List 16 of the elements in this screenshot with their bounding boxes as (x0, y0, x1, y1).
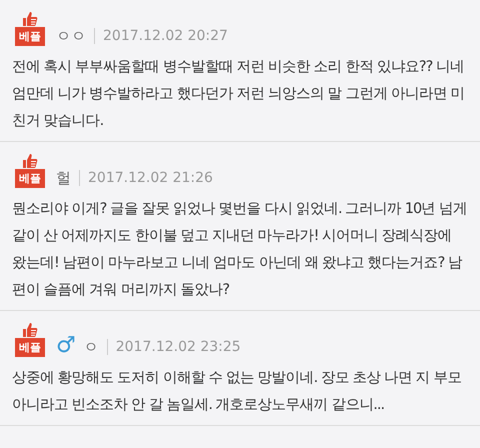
best-comment-badge: 베플 (15, 169, 45, 188)
best-comment-badge: 베플 (15, 338, 45, 357)
comment-text: 전에 혹시 부부싸움할때 병수발할때 저런 비슷한 소리 한적 있냐요?? 니네엄만데 니가 병수발하라고 했다던가 저런 늬앙스의 말 그런게 아니라면 미친거 맞습니다. (12, 58, 466, 131)
best-comment-badge: 베플 (15, 27, 45, 46)
comment-text: 상중에 황망해도 도저히 이해할 수 없는 망발이네. 장모 초상 나면 지 부모 아니라고 빈소조차 안 갈 놈일세. 개호로상노무새끼 같으니... (12, 369, 462, 415)
author-name: ㅇ (84, 337, 99, 357)
comment-date: 2017.12.02 20:27 (103, 27, 228, 46)
author-name: 헐 (56, 168, 71, 188)
thumbs-up-icon (22, 322, 38, 338)
thumbs-up-icon (22, 153, 38, 169)
male-symbol: ♂ (56, 335, 76, 357)
comment-date: 2017.12.02 23:25 (116, 338, 241, 357)
comment-date: 2017.12.02 21:26 (88, 169, 213, 188)
thumbs-up-icon (22, 11, 38, 27)
comment-text: 뭔소리야 이게? 글을 잘못 읽었나 몇번을 다시 읽었네. 그러니까 10년 넘게 같이 산 어제까지도 한이불 덮고 지내던 마누라가! 시어머니 장례식장에 왔는데! 남편이 마누라보고 니네 엄마도 아닌데 왜 왔냐고 했다는거죠? 남편이 슬픔에 겨워 머리까지 돌았나? (12, 200, 468, 300)
author-name: ㅇㅇ (56, 26, 86, 46)
